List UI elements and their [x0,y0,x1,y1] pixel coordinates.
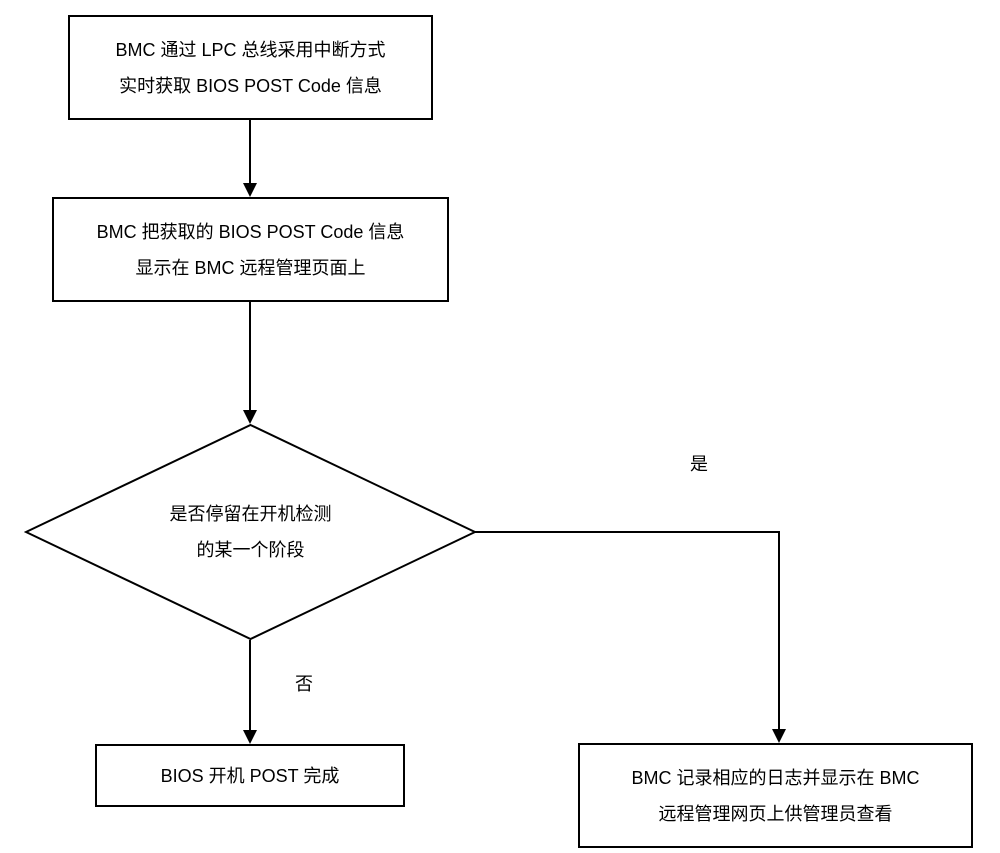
step-2-text-line2: 显示在 BMC 远程管理页面上 [136,250,366,286]
decision-text-line1: 是否停留在开机检测 [170,504,332,524]
step-no-text: BIOS 开机 POST 完成 [161,758,340,794]
arrow-yes-h [475,531,780,533]
arrowhead-1-2 [243,183,257,197]
decision-diamond: 是否停留在开机检测 的某一个阶段 [24,423,477,641]
arrow-2-decision [249,302,251,412]
label-no: 否 [295,670,313,696]
step-no-box: BIOS 开机 POST 完成 [95,744,405,807]
arrowhead-no [243,730,257,744]
step-1-text-line1: BMC 通过 LPC 总线采用中断方式 [115,32,385,68]
step-2-text-line1: BMC 把获取的 BIOS POST Code 信息 [97,214,405,250]
step-1-box: BMC 通过 LPC 总线采用中断方式 实时获取 BIOS POST Code … [68,15,433,120]
step-1-text-line2: 实时获取 BIOS POST Code 信息 [119,68,382,104]
step-yes-box: BMC 记录相应的日志并显示在 BMC 远程管理网页上供管理员查看 [578,743,973,848]
decision-text-line2: 的某一个阶段 [197,540,305,560]
step-yes-text-line2: 远程管理网页上供管理员查看 [659,796,893,832]
arrow-1-2 [249,120,251,185]
arrowhead-2-decision [243,410,257,424]
step-2-box: BMC 把获取的 BIOS POST Code 信息 显示在 BMC 远程管理页… [52,197,449,302]
step-yes-text-line1: BMC 记录相应的日志并显示在 BMC [632,760,920,796]
arrow-yes-v [778,531,780,731]
label-yes: 是 [690,450,708,476]
decision-text: 是否停留在开机检测 的某一个阶段 [170,496,332,568]
arrow-no [249,640,251,732]
arrowhead-yes [772,729,786,743]
